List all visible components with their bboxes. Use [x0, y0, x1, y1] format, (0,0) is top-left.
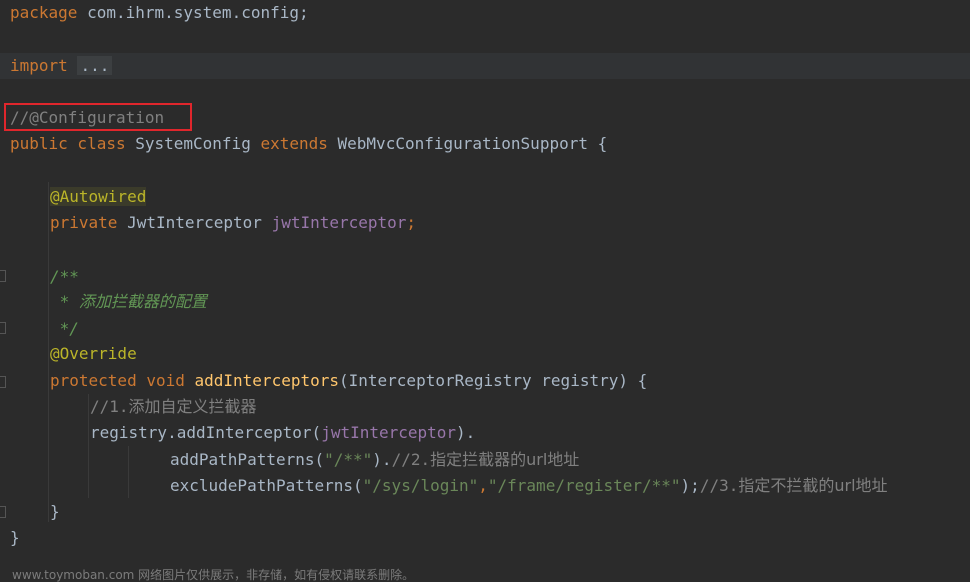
- doc-comment-star: *: [50, 292, 79, 311]
- keyword: package: [10, 3, 78, 22]
- semicolon: ;: [406, 213, 417, 232]
- call-expression: registry.addInterceptor(: [90, 423, 322, 442]
- code-line[interactable]: registry.addInterceptor(jwtInterceptor).: [0, 420, 970, 446]
- method-params: (InterceptorRegistry registry) {: [339, 371, 648, 390]
- type-name: JwtInterceptor: [117, 213, 272, 232]
- string-literal: "/frame/register/**": [487, 476, 681, 495]
- line-comment: //3.: [699, 476, 739, 495]
- doc-comment-text: 添加拦截器的配置: [78, 292, 207, 311]
- superclass: WebMvcConfigurationSupport {: [327, 134, 608, 153]
- field-name: jwtInterceptor: [321, 423, 457, 442]
- line-comment: //2.: [391, 450, 431, 469]
- code-line[interactable]: * 添加拦截器的配置: [0, 289, 970, 315]
- code-line[interactable]: }: [0, 525, 970, 551]
- closing-brace: }: [50, 502, 60, 521]
- annotation: @Autowired: [50, 187, 147, 206]
- code-line[interactable]: @Autowired: [0, 184, 970, 210]
- fold-ellipsis[interactable]: ...: [77, 56, 113, 75]
- comma: ,: [478, 476, 488, 495]
- call-expression: excludePathPatterns(: [170, 476, 363, 495]
- method-name: addInterceptors: [194, 371, 340, 390]
- string-literal: "/**": [324, 450, 373, 469]
- line-comment-text: 指定拦截器的url地址: [430, 450, 580, 469]
- call-expression: addPathPatterns(: [170, 450, 325, 469]
- code-line[interactable]: protected void addInterceptors(Intercept…: [0, 368, 970, 394]
- call-close: ).: [372, 450, 392, 469]
- line-comment: //1.: [90, 397, 129, 416]
- line-comment-text: 指定不拦截的url地址: [738, 476, 888, 495]
- code-editor[interactable]: package com.ihrm.system.config; import .…: [0, 0, 970, 582]
- keyword: extends: [260, 134, 328, 153]
- code-line[interactable]: */: [0, 316, 970, 342]
- doc-comment: */: [50, 319, 79, 338]
- keyword: protected void: [50, 371, 185, 390]
- closing-brace: }: [10, 528, 20, 547]
- field-name: jwtInterceptor: [271, 213, 407, 232]
- keyword: private: [50, 213, 118, 232]
- keyword: public class: [10, 134, 126, 153]
- code-line[interactable]: private JwtInterceptor jwtInterceptor;: [0, 210, 970, 236]
- code-line[interactable]: addPathPatterns("/**").//2.指定拦截器的url地址: [0, 447, 970, 473]
- code-line[interactable]: /**: [0, 264, 970, 290]
- string-literal: "/sys/login": [362, 476, 479, 495]
- line-comment-text: 添加自定义拦截器: [128, 397, 257, 416]
- code-line[interactable]: @Override: [0, 341, 970, 367]
- code-line[interactable]: //1.添加自定义拦截器: [0, 394, 970, 420]
- highlight-box: [4, 103, 192, 131]
- call-close: );: [680, 476, 700, 495]
- doc-comment: /**: [50, 267, 79, 286]
- code-line-import[interactable]: import ...: [0, 53, 970, 79]
- call-close: ).: [456, 423, 476, 442]
- class-name: SystemConfig: [125, 134, 261, 153]
- code-line[interactable]: }: [0, 499, 970, 525]
- code-line[interactable]: excludePathPatterns("/sys/login","/frame…: [0, 473, 970, 499]
- watermark-text: www.toymoban.com 网络图片仅供展示，非存储，如有侵权请联系删除。: [12, 568, 415, 582]
- annotation: @Override: [50, 344, 137, 363]
- code-line[interactable]: package com.ihrm.system.config;: [0, 0, 970, 26]
- keyword: import: [10, 56, 68, 75]
- package-name: com.ihrm.system.config;: [77, 3, 309, 22]
- code-line[interactable]: public class SystemConfig extends WebMvc…: [0, 131, 970, 157]
